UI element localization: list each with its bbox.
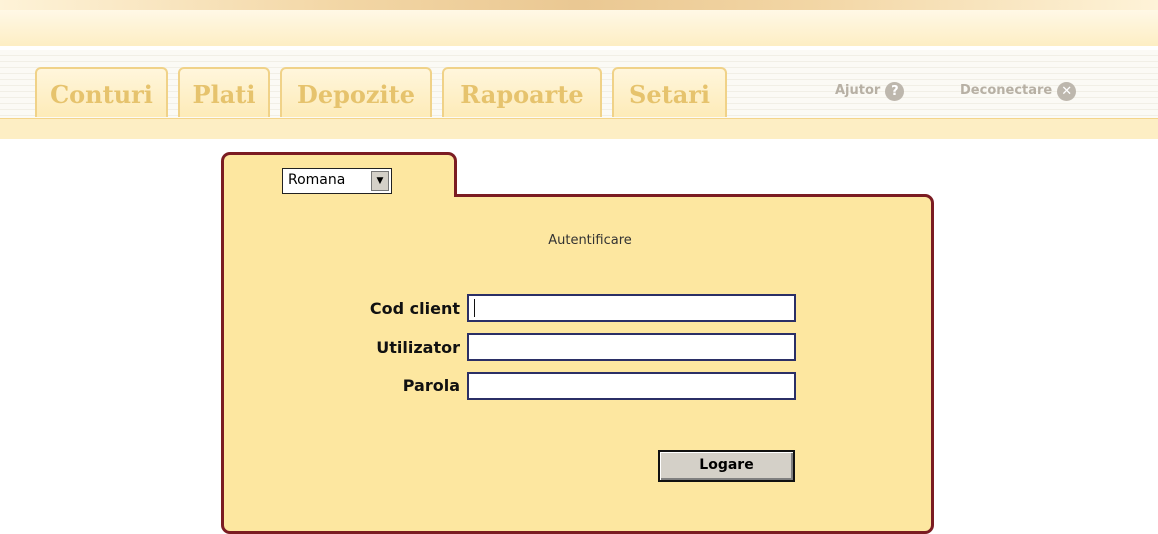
user-label: Utilizator (376, 338, 460, 357)
password-label: Parola (402, 376, 460, 395)
language-select[interactable]: Romana ▼ (282, 168, 392, 194)
login-button[interactable]: Logare (658, 450, 795, 482)
header-bar (0, 10, 1158, 46)
help-link-label: Ajutor (835, 83, 881, 98)
tab-depozite[interactable]: Depozite (280, 67, 432, 117)
help-link[interactable]: Ajutor ? (835, 80, 905, 102)
logout-link-label: Deconectare (960, 83, 1053, 98)
language-select-value: Romana (288, 172, 346, 188)
help-icon: ? (885, 81, 905, 101)
tab-plati[interactable]: Plati (178, 67, 270, 117)
tab-rapoarte[interactable]: Rapoarte (442, 67, 602, 117)
client-code-label: Cod client (369, 299, 460, 318)
close-icon: ✕ (1057, 81, 1077, 101)
client-code-field[interactable] (467, 294, 796, 322)
tab-setari[interactable]: Setari (612, 67, 727, 117)
login-title: Autentificare (548, 233, 632, 248)
text-caret (474, 299, 475, 317)
password-field[interactable] (467, 372, 796, 400)
chevron-down-icon[interactable]: ▼ (371, 171, 389, 191)
logout-link[interactable]: Deconectare ✕ (960, 80, 1077, 102)
user-field[interactable] (467, 333, 796, 361)
tab-conturi[interactable]: Conturi (35, 67, 168, 117)
top-accent-line (0, 0, 1158, 10)
sub-header-bar (0, 118, 1158, 139)
